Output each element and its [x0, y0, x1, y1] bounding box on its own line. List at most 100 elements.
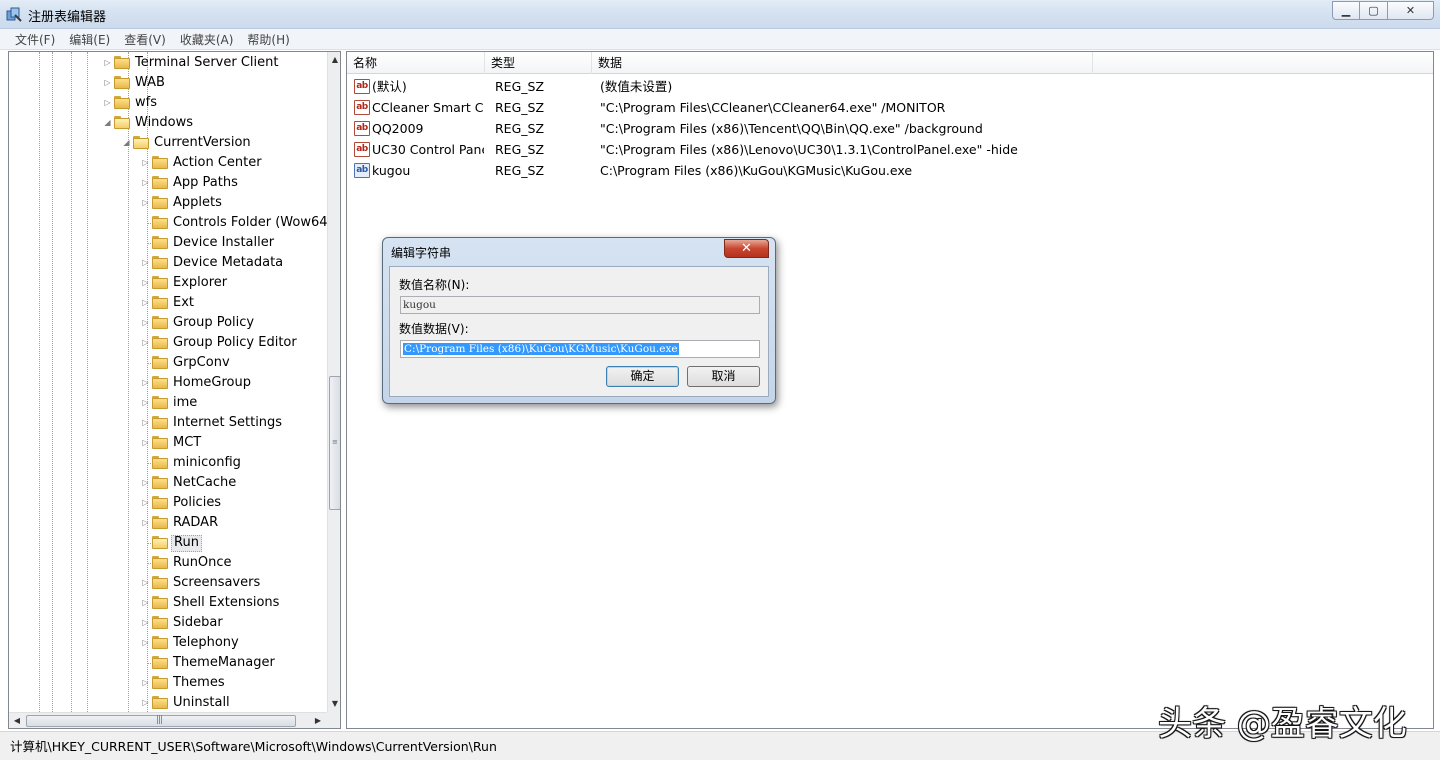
- list-item[interactable]: ab QQ2009 REG_SZ "C:\Program Files (x86)\Te…: [347, 118, 1433, 139]
- tree-item[interactable]: ▷ Group Policy Editor: [9, 333, 327, 353]
- string-value-icon: ab: [354, 142, 370, 157]
- collapsed-triangle-icon[interactable]: ▷: [103, 78, 112, 87]
- expanded-triangle-icon[interactable]: ◢: [122, 138, 131, 147]
- collapsed-triangle-icon[interactable]: ▷: [141, 638, 150, 647]
- tree-vertical-scroll-thumb[interactable]: ≡: [329, 376, 340, 510]
- collapsed-triangle-icon[interactable]: ▷: [141, 618, 150, 627]
- list-item[interactable]: ab kugou REG_SZ C:\Program Files (x86)\KuGo…: [347, 160, 1433, 181]
- column-header-data[interactable]: 数据: [592, 52, 1093, 74]
- collapsed-triangle-icon[interactable]: ▷: [141, 158, 150, 167]
- tree-item[interactable]: ◢ Windows: [9, 113, 327, 133]
- collapsed-triangle-icon[interactable]: ▷: [141, 198, 150, 207]
- watermark: 头条 @盈睿文化: [1158, 704, 1407, 744]
- folder-icon: [152, 616, 168, 629]
- tree-item[interactable]: ▷ Shell Extensions: [9, 593, 327, 613]
- tree-item[interactable]: ◢ CurrentVersion: [9, 133, 327, 153]
- collapsed-triangle-icon[interactable]: ▷: [141, 298, 150, 307]
- tree-item[interactable]: ▷ Telephony: [9, 633, 327, 653]
- menu-bar: 文件(F) 编辑(E) 查看(V) 收藏夹(A) 帮助(H): [0, 29, 1440, 50]
- tree-item-label: MCT: [173, 435, 202, 450]
- collapsed-triangle-icon[interactable]: ▷: [141, 318, 150, 327]
- tree-item[interactable]: ▷ App Paths: [9, 173, 327, 193]
- collapsed-triangle-icon[interactable]: ▷: [103, 58, 112, 67]
- tree-vertical-scrollbar[interactable]: ▲ ≡ ▼: [327, 52, 340, 712]
- edit-string-dialog: 编辑字符串 ✕ 数值名称(N): kugou 数值数据(V): C:\Progr…: [382, 237, 776, 404]
- tree-item[interactable]: ▷ Device Metadata: [9, 253, 327, 273]
- tree-item[interactable]: ThemeManager: [9, 653, 327, 673]
- tree-item[interactable]: ▷ Internet Settings: [9, 413, 327, 433]
- menu-edit[interactable]: 编辑(E): [62, 31, 117, 48]
- tree-item[interactable]: ▷ wfs: [9, 93, 327, 113]
- collapsed-triangle-icon[interactable]: ▷: [141, 258, 150, 267]
- folder-icon: [152, 276, 168, 289]
- tree-item[interactable]: ▷ Policies: [9, 493, 327, 513]
- collapsed-triangle-icon[interactable]: ▷: [141, 578, 150, 587]
- column-header-name[interactable]: 名称: [347, 52, 485, 74]
- menu-favorites[interactable]: 收藏夹(A): [173, 31, 241, 48]
- tree-item[interactable]: ▷ Applets: [9, 193, 327, 213]
- tree-item[interactable]: ▷ MCT: [9, 433, 327, 453]
- column-header-type[interactable]: 类型: [485, 52, 592, 74]
- scroll-right-icon[interactable]: ▶: [311, 713, 325, 728]
- tree-horizontal-scroll-thumb[interactable]: |||: [26, 715, 296, 727]
- tree-item[interactable]: ▷ Action Center: [9, 153, 327, 173]
- tree-item[interactable]: ▷ Group Policy: [9, 313, 327, 333]
- collapsed-triangle-icon[interactable]: ▷: [141, 498, 150, 507]
- collapsed-triangle-icon[interactable]: ▷: [141, 438, 150, 447]
- tree-item-label: Sidebar: [173, 615, 223, 630]
- cancel-button[interactable]: 取消: [687, 366, 760, 387]
- tree-item[interactable]: Controls Folder (Wow64): [9, 213, 327, 233]
- tree-item[interactable]: ▷ Explorer: [9, 273, 327, 293]
- collapsed-triangle-icon[interactable]: ▷: [141, 698, 150, 707]
- tree-horizontal-scrollbar[interactable]: ◀ ||| ▶: [9, 712, 327, 728]
- tree-item[interactable]: Device Installer: [9, 233, 327, 253]
- string-value-icon: ab: [354, 121, 370, 136]
- minimize-button[interactable]: ▁: [1332, 1, 1360, 20]
- collapsed-triangle-icon[interactable]: ▷: [141, 278, 150, 287]
- expanded-triangle-icon[interactable]: ◢: [103, 118, 112, 127]
- collapsed-triangle-icon[interactable]: ▷: [141, 598, 150, 607]
- list-item[interactable]: ab UC30 Control Panel REG_SZ "C:\Program Fi…: [347, 139, 1433, 160]
- tree-item[interactable]: ▷ Ext: [9, 293, 327, 313]
- tree-item[interactable]: ▷ Themes: [9, 673, 327, 693]
- tree-item[interactable]: ▷ Sidebar: [9, 613, 327, 633]
- menu-file[interactable]: 文件(F): [8, 31, 62, 48]
- list-item[interactable]: ab (默认) REG_SZ (数值未设置): [347, 76, 1433, 97]
- collapsed-triangle-icon[interactable]: ▷: [141, 678, 150, 687]
- scroll-down-icon[interactable]: ▼: [328, 696, 340, 712]
- tree-item[interactable]: RunOnce: [9, 553, 327, 573]
- menu-help[interactable]: 帮助(H): [240, 31, 296, 48]
- tree-item[interactable]: ▷ ime: [9, 393, 327, 413]
- collapsed-triangle-icon[interactable]: ▷: [141, 518, 150, 527]
- tree-item[interactable]: ▷ Terminal Server Client: [9, 53, 327, 73]
- tree-item[interactable]: Run: [9, 533, 327, 553]
- maximize-button[interactable]: ▢: [1360, 1, 1388, 20]
- tree-item[interactable]: ▷ Uninstall: [9, 693, 327, 712]
- collapsed-triangle-icon[interactable]: ▷: [141, 418, 150, 427]
- collapsed-triangle-icon[interactable]: ▷: [141, 478, 150, 487]
- tree-item[interactable]: ▷ HomeGroup: [9, 373, 327, 393]
- menu-view[interactable]: 查看(V): [117, 31, 173, 48]
- tree-item[interactable]: GrpConv: [9, 353, 327, 373]
- tree-item[interactable]: ▷ RADAR: [9, 513, 327, 533]
- tree-item[interactable]: ▷ Screensavers: [9, 573, 327, 593]
- ok-button[interactable]: 确定: [606, 366, 679, 387]
- value-name-label: 数值名称(N):: [399, 278, 470, 292]
- tree-item-label: Device Installer: [173, 235, 275, 250]
- close-button[interactable]: ✕: [1388, 1, 1434, 20]
- collapsed-triangle-icon[interactable]: ▷: [103, 98, 112, 107]
- collapsed-triangle-icon[interactable]: ▷: [141, 378, 150, 387]
- dialog-close-button[interactable]: ✕: [724, 239, 769, 258]
- tree-item[interactable]: ▷ NetCache: [9, 473, 327, 493]
- scroll-left-icon[interactable]: ◀: [10, 713, 24, 728]
- value-data-label: 数值数据(V):: [399, 322, 469, 336]
- collapsed-triangle-icon[interactable]: ▷: [141, 178, 150, 187]
- collapsed-triangle-icon[interactable]: ▷: [141, 398, 150, 407]
- tree-item[interactable]: ▷ WAB: [9, 73, 327, 93]
- value-data-field[interactable]: C:\Program Files (x86)\KuGou\KGMusic\KuG…: [400, 340, 760, 358]
- tree-item[interactable]: miniconfig: [9, 453, 327, 473]
- list-item[interactable]: abCCleaner Smart Cl... REG_SZ "C:\Program …: [347, 97, 1433, 118]
- registry-tree[interactable]: ▷ Terminal Server Client ▷ WAB ▷ wfs ◢ Windows ◢…: [8, 51, 341, 729]
- scroll-up-icon[interactable]: ▲: [328, 52, 340, 68]
- collapsed-triangle-icon[interactable]: ▷: [141, 338, 150, 347]
